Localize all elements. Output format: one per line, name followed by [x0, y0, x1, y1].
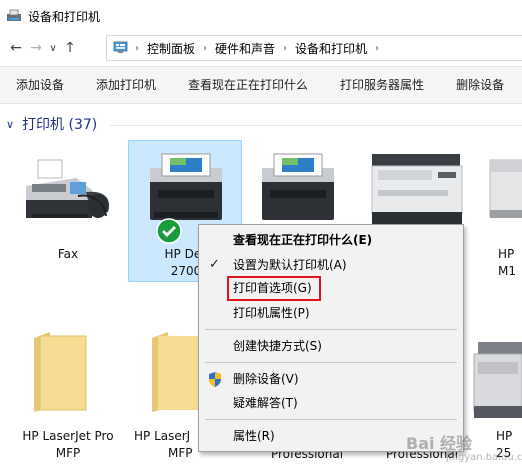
menu-item-label: 创建快捷方式(S) [233, 339, 322, 353]
menu-item-set-default-printer[interactable]: ✓ 设置为默认打印机(A) [199, 253, 463, 277]
device-label-line1: HP LaserJet Pro [22, 429, 114, 443]
menu-item-label: 打印机属性(P) [233, 306, 310, 320]
device-label-line1: HP [498, 247, 515, 261]
printer-icon [489, 159, 522, 218]
title-bar: 设备和打印机 [0, 0, 522, 32]
menu-item-label: 疑难解答(T) [233, 396, 298, 410]
annotation-highlight-box [227, 276, 321, 301]
breadcrumb-devices-printers[interactable]: 设备和打印机 [295, 40, 367, 57]
laser-mfp-icon [371, 154, 463, 226]
device-tile-hp-deskjet[interactable] [140, 150, 232, 231]
command-bar: 添加设备 添加打印机 查看现在正在打印什么 打印服务器属性 删除设备 [0, 66, 522, 104]
checkmark-icon: ✓ [209, 257, 220, 272]
remove-device-button[interactable]: 删除设备 [440, 67, 520, 103]
baidu-watermark: Bai 经验 jingyan.baidu.com [406, 420, 522, 468]
menu-separator [205, 329, 457, 330]
device-tile-fax[interactable] [18, 156, 114, 233]
device-label-hp-laserjet-2: HP LaserJ MFP [134, 428, 198, 462]
folder-icon [152, 332, 200, 412]
address-bar[interactable]: › 控制面板 › 硬件和声音 › 设备和打印机 › [106, 35, 522, 61]
back-arrow-icon[interactable]: ← [6, 37, 26, 59]
device-label-hp-m1: HP M1 [498, 246, 522, 280]
device-label-line1: HP LaserJ [134, 429, 191, 443]
control-panel-icon [113, 41, 128, 53]
menu-item-create-shortcut[interactable]: 创建快捷方式(S) [199, 334, 463, 358]
breadcrumb-chevron-icon[interactable]: › [283, 43, 287, 54]
device-label-line2: MFP [55, 446, 81, 460]
watermark-text: Bai 经验 [406, 434, 473, 453]
menu-item-label: 删除设备(V) [233, 372, 299, 386]
print-server-properties-button[interactable]: 打印服务器属性 [324, 67, 440, 103]
device-label-line2: M1 [498, 264, 516, 278]
menu-item-troubleshoot[interactable]: 疑难解答(T) [199, 391, 463, 415]
menu-item-remove-device[interactable]: 删除设备(V) [199, 367, 463, 391]
add-printer-button[interactable]: 添加打印机 [80, 67, 172, 103]
default-printer-check-icon [156, 218, 182, 244]
printer-icon [473, 342, 522, 418]
breadcrumb-chevron-icon[interactable]: › [375, 43, 379, 54]
device-tile-hp-laserjet-pro[interactable] [30, 330, 90, 417]
breadcrumb-chevron-icon[interactable]: › [135, 43, 139, 54]
recent-locations-chevron-icon[interactable]: ∨ [46, 37, 60, 59]
device-label-hp-laserjet-pro: HP LaserJet Pro MFP [8, 428, 128, 462]
menu-item-printer-properties[interactable]: 打印机属性(P) [199, 301, 463, 325]
device-tile-hp-25[interactable] [470, 336, 522, 429]
add-device-button[interactable]: 添加设备 [0, 67, 80, 103]
menu-item-label: 属性(R) [233, 429, 275, 443]
context-menu: 查看现在正在打印什么(E) ✓ 设置为默认打印机(A) 打印首选项(G) 打印机… [198, 224, 464, 452]
device-tile-laser-mfp[interactable] [368, 150, 468, 233]
group-divider [110, 125, 522, 126]
printers-group-header[interactable]: ∨ 打印机 (37) [6, 114, 97, 134]
menu-separator [205, 362, 457, 363]
printer-icon [262, 153, 334, 220]
device-label-fax: Fax [57, 247, 79, 261]
device-tile-hp-laserjet-2[interactable] [148, 330, 200, 417]
devices-printers-icon [7, 9, 21, 21]
forward-arrow-icon[interactable]: → [26, 37, 46, 59]
watermark-subtext: jingyan.baidu.com [446, 452, 522, 463]
printers-group-label: 打印机 (37) [22, 117, 98, 133]
fax-machine-icon [26, 159, 110, 218]
folder-icon [34, 332, 87, 412]
navigation-bar: ← → ∨ ↑ › 控制面板 › 硬件和声音 › 设备和打印机 › [0, 33, 522, 63]
menu-item-label: 设置为默认打印机(A) [233, 258, 347, 272]
device-tile-printer-3[interactable] [252, 150, 344, 231]
window-title: 设备和打印机 [28, 9, 101, 24]
menu-item-see-whats-printing[interactable]: 查看现在正在打印什么(E) [199, 228, 463, 252]
printer-icon [150, 153, 222, 220]
device-tile-hp-m1[interactable] [486, 150, 522, 233]
up-arrow-icon[interactable]: ↑ [60, 37, 80, 59]
device-label-line2: MFP [168, 446, 193, 460]
collapse-chevron-icon[interactable]: ∨ [6, 118, 14, 131]
menu-item-label: 查看现在正在打印什么(E) [233, 233, 373, 247]
breadcrumb-control-panel[interactable]: 控制面板 [147, 40, 195, 57]
breadcrumb-chevron-icon[interactable]: › [203, 43, 207, 54]
uac-shield-icon [209, 372, 221, 387]
see-whats-printing-button[interactable]: 查看现在正在打印什么 [172, 67, 324, 103]
breadcrumb-hardware-sound[interactable]: 硬件和声音 [215, 40, 275, 57]
